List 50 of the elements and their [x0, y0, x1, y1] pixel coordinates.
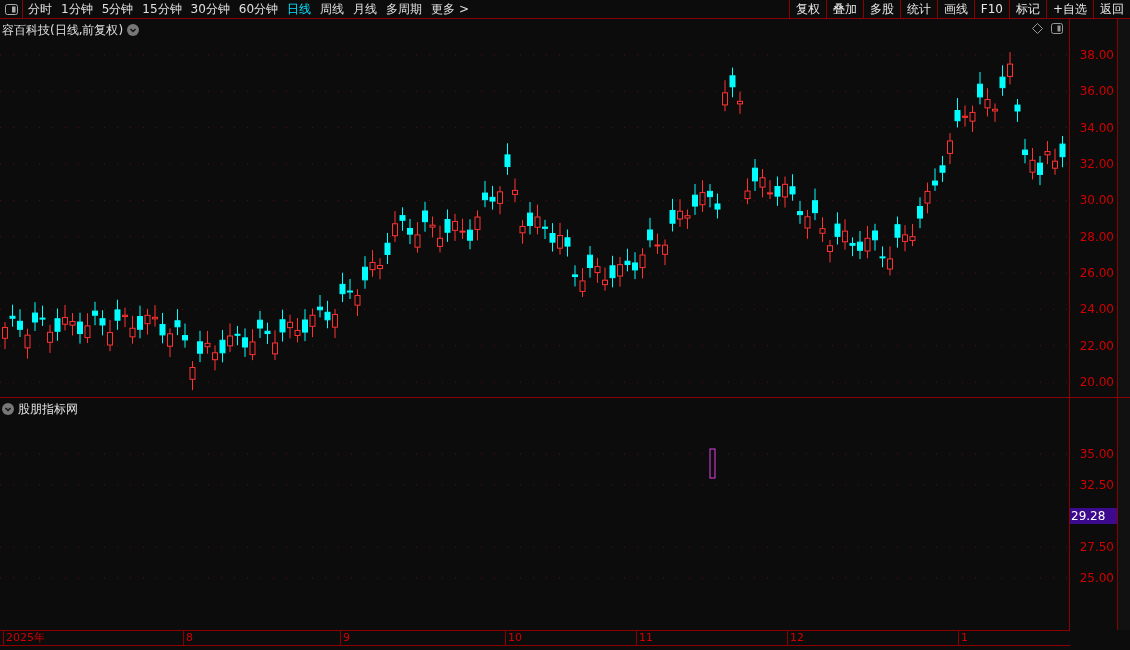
toolbar-button[interactable]: 多股	[862, 0, 900, 18]
period-tab[interactable]: 日线	[287, 0, 312, 18]
toolbar-button[interactable]: F10	[973, 0, 1009, 18]
period-tab[interactable]: 月线	[353, 0, 378, 18]
date-axis-label: 10	[505, 631, 522, 645]
dropdown-icon[interactable]	[127, 24, 140, 36]
period-tab[interactable]: 5分钟	[101, 0, 134, 18]
date-axis-label: 11	[636, 631, 653, 645]
indicator-tick-label: 32.50	[1079, 478, 1114, 492]
period-tab[interactable]: 多周期	[386, 0, 423, 18]
toolbar-button[interactable]: 叠加	[825, 0, 863, 18]
indicator-tick-label: 35.00	[1079, 447, 1114, 461]
price-tick-label: 34.00	[1079, 120, 1114, 135]
panel-toggle-icon[interactable]	[1051, 23, 1063, 34]
indicator-bar	[709, 448, 716, 479]
price-tick-label: 32.00	[1079, 157, 1114, 171]
date-axis-label: 8	[183, 631, 193, 645]
toolbar-button[interactable]: 画线	[936, 0, 974, 18]
price-tick-label: 26.00	[1079, 266, 1114, 281]
price-tick-label: 36.00	[1079, 84, 1114, 99]
indicator-tick-label: 25.00	[1079, 571, 1114, 585]
price-tick-label: 22.00	[1079, 338, 1114, 353]
date-axis-label: 1	[958, 631, 968, 645]
period-tab[interactable]: 60分钟	[238, 0, 279, 18]
date-axis-label: 12	[787, 631, 804, 645]
toolbar-button[interactable]: 复权	[788, 0, 826, 18]
period-tab[interactable]: 分时	[28, 0, 52, 18]
diamond-icon[interactable]	[1032, 23, 1043, 34]
period-tab[interactable]: 15分钟	[142, 0, 182, 18]
period-tab[interactable]: 周线	[320, 0, 345, 18]
price-tick-label: 24.00	[1079, 302, 1114, 317]
toolbar-button[interactable]: 统计	[899, 0, 937, 18]
price-tick-label: 20.00	[1079, 375, 1114, 390]
price-tick-label: 30.00	[1079, 193, 1114, 208]
period-tab[interactable]: 1分钟	[61, 0, 93, 18]
dropdown-icon[interactable]	[2, 403, 14, 415]
price-tick-label: 28.00	[1079, 229, 1114, 244]
indicator-tick-label: 27.50	[1079, 540, 1114, 554]
date-axis-label: 2025年	[3, 631, 45, 645]
panel-toggle-icon[interactable]	[4, 3, 18, 15]
current-value-label: 29.28	[1070, 508, 1117, 524]
toolbar-button[interactable]: 标记	[1008, 0, 1046, 18]
period-tab[interactable]: 30分钟	[190, 0, 230, 18]
date-axis-label: 9	[340, 631, 350, 645]
period-tab[interactable]: 更多 >	[431, 0, 469, 18]
price-tick-label: 38.00	[1079, 48, 1114, 62]
toolbar-button[interactable]: +自选	[1045, 0, 1093, 18]
toolbar-button[interactable]: 返回	[1093, 0, 1130, 18]
indicator-title: 股朋指标网	[18, 401, 78, 418]
stock-title: 容百科技(日线,前复权)	[2, 22, 124, 39]
